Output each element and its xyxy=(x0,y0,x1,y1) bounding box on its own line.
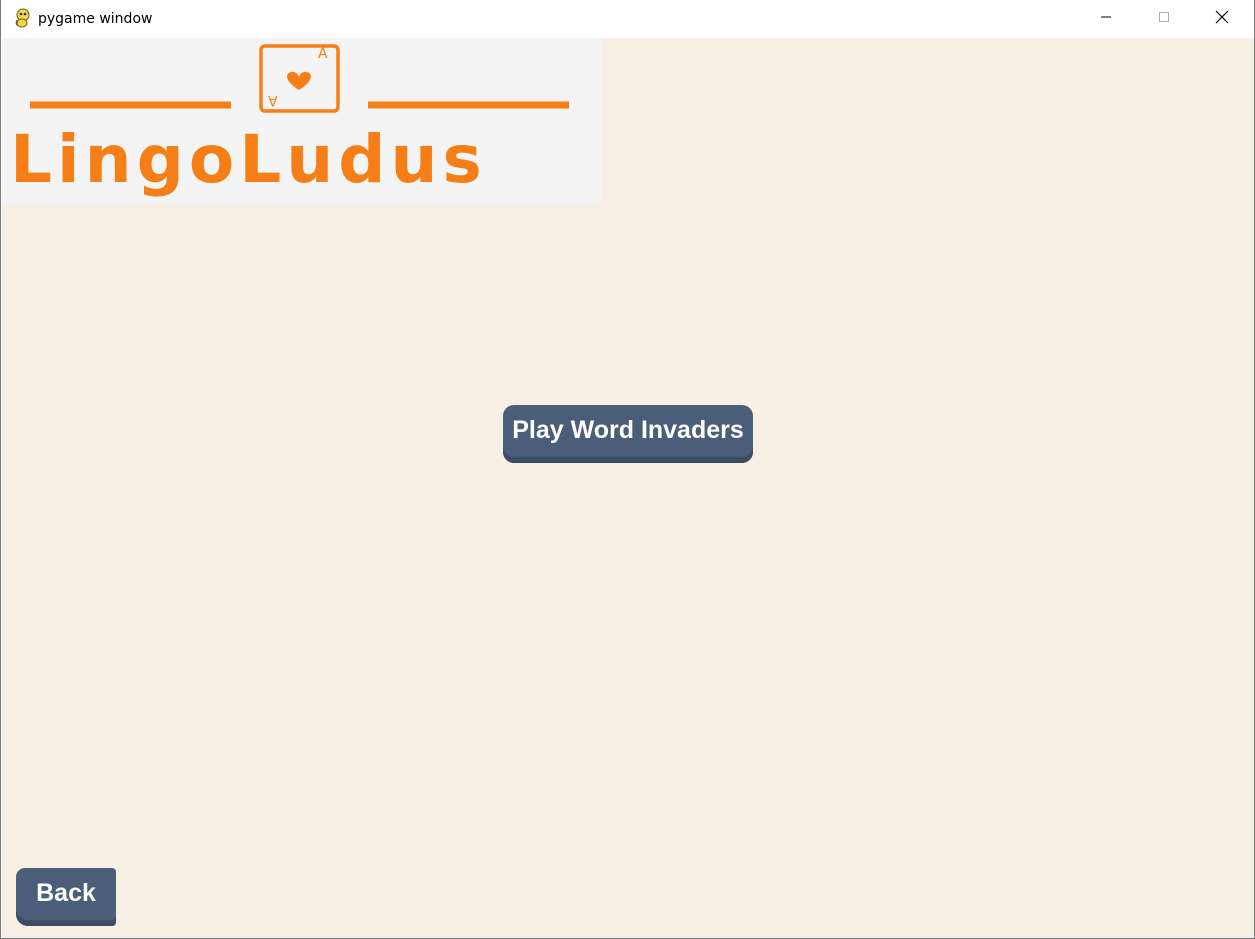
play-word-invaders-button[interactable]: Play Word Invaders xyxy=(503,405,753,463)
pygame-snake-icon xyxy=(13,8,33,28)
logo-wordmark: LingoLudus xyxy=(10,121,487,198)
maximize-icon xyxy=(1158,10,1170,28)
minimize-icon xyxy=(1100,10,1112,28)
app-window: pygame window A A LingoLudus Play Word I… xyxy=(0,0,1255,939)
heart-icon xyxy=(287,71,311,90)
maximize-button[interactable] xyxy=(1135,0,1193,38)
back-button[interactable]: Back xyxy=(16,868,116,926)
card-rank-top: A xyxy=(318,46,328,62)
minimize-button[interactable] xyxy=(1077,0,1135,38)
card-rank-bottom: A xyxy=(268,92,278,108)
logo: A A LingoLudus xyxy=(2,38,601,203)
close-button[interactable] xyxy=(1193,0,1251,38)
game-canvas: A A LingoLudus Play Word Invaders Back xyxy=(2,38,1254,938)
title-bar[interactable]: pygame window xyxy=(1,0,1254,38)
window-title: pygame window xyxy=(38,11,153,27)
close-icon xyxy=(1215,10,1229,29)
